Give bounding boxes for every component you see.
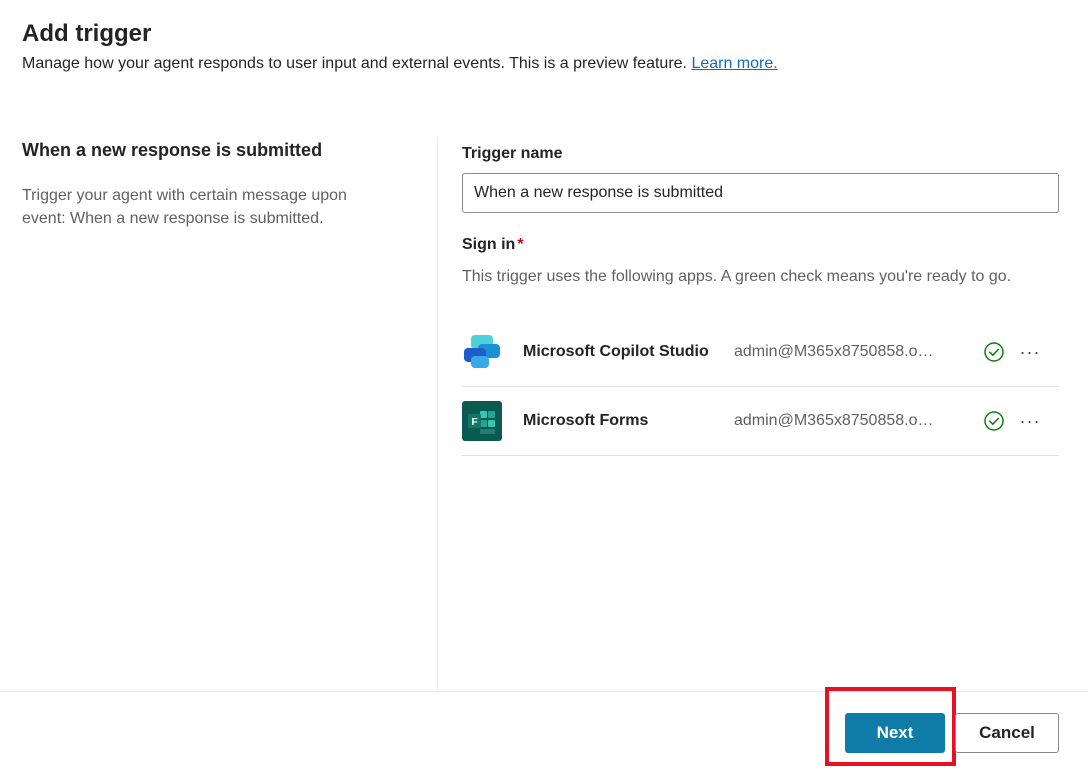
trigger-summary-description: Trigger your agent with certain message … [22, 187, 347, 227]
more-options-icon[interactable]: ··· [1018, 340, 1042, 364]
subtitle-text: Manage how your agent responds to user i… [22, 55, 687, 72]
more-options-icon[interactable]: ··· [1018, 409, 1042, 433]
pane-divider [437, 137, 438, 691]
copilot-studio-icon [462, 332, 502, 372]
trigger-summary-title: When a new response is submitted [22, 140, 323, 160]
trigger-config-pane: Trigger name Sign in* This trigger uses … [462, 142, 1059, 456]
forms-icon: F [462, 401, 502, 441]
connection-account: admin@M365x8750858.onmicrosoft.com [734, 343, 939, 360]
cancel-button[interactable]: Cancel [955, 713, 1059, 753]
signin-description: This trigger uses the following apps. A … [462, 268, 1012, 285]
required-marker: * [517, 236, 524, 253]
signin-label: Sign in * [462, 233, 1059, 257]
next-button[interactable]: Next [845, 713, 945, 753]
learn-more-link[interactable]: Learn more. [691, 55, 777, 72]
signin-label-text: Sign in [462, 236, 516, 253]
connection-account: admin@M365x8750858.onmicrosoft.com [734, 412, 939, 429]
dialog-title: Add trigger [22, 20, 152, 47]
connection-app-name: Microsoft Copilot Studio [523, 343, 709, 360]
trigger-name-label: Trigger name [462, 145, 563, 162]
svg-text:F: F [471, 417, 477, 428]
dialog-header: Add trigger Manage how your agent respon… [22, 18, 1062, 76]
connected-check-icon [983, 341, 1005, 363]
connection-list: Microsoft Copilot Studio admin@M365x8750… [462, 318, 1059, 456]
trigger-summary-pane: When a new response is submitted Trigger… [22, 136, 422, 230]
connected-check-icon [983, 410, 1005, 432]
connection-app-name: Microsoft Forms [523, 412, 649, 429]
connection-row-copilot-studio: Microsoft Copilot Studio admin@M365x8750… [462, 318, 1059, 387]
dialog-subtitle: Manage how your agent responds to user i… [22, 52, 1062, 76]
connection-row-forms: F Microsoft Forms admin@M365x8750858.onm… [462, 387, 1059, 456]
trigger-name-input[interactable] [462, 173, 1059, 213]
